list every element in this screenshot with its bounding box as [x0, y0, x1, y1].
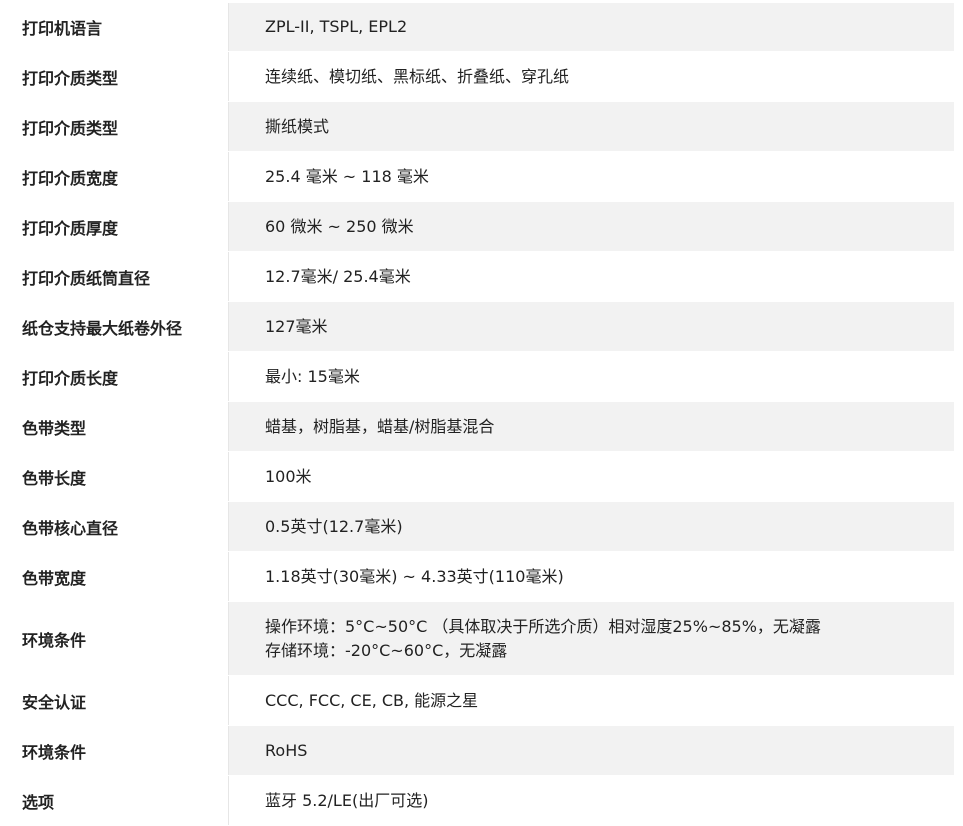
spec-label: 环境条件 [20, 726, 228, 775]
spec-label: 纸仓支持最大纸卷外径 [20, 302, 228, 351]
spec-label: 色带核心直径 [20, 502, 228, 551]
spec-value: 连续纸、模切纸、黑标纸、折叠纸、穿孔纸 [228, 52, 954, 101]
spec-value-line: 操作环境：5°C~50°C （具体取决于所选介质）相对湿度25%~85%，无凝露 [265, 616, 821, 636]
spec-value: 12.7毫米/ 25.4毫米 [228, 252, 954, 301]
spec-value-line: 60 微米 ~ 250 微米 [265, 216, 414, 236]
spec-value: RoHS [228, 726, 954, 775]
spec-value: 60 微米 ~ 250 微米 [228, 202, 954, 251]
spec-row: 纸仓支持最大纸卷外径 127毫米 [20, 302, 954, 352]
spec-value-line: 最小: 15毫米 [265, 366, 360, 386]
spec-label: 打印介质纸筒直径 [20, 252, 228, 301]
spec-value: 蜡基，树脂基，蜡基/树脂基混合 [228, 402, 954, 451]
spec-value-line: 100米 [265, 466, 312, 486]
spec-value-line: 12.7毫米/ 25.4毫米 [265, 266, 411, 286]
spec-label: 色带长度 [20, 452, 228, 501]
spec-value-line: 127毫米 [265, 316, 328, 336]
spec-row: 色带核心直径 0.5英寸(12.7毫米) [20, 502, 954, 552]
spec-value-line: RoHS [265, 740, 308, 760]
spec-label: 打印介质厚度 [20, 202, 228, 251]
spec-value: 1.18英寸(30毫米) ~ 4.33英寸(110毫米) [228, 552, 954, 601]
spec-value-line: 0.5英寸(12.7毫米) [265, 516, 403, 536]
spec-value-line: CCC, FCC, CE, CB, 能源之星 [265, 690, 479, 710]
spec-row: 安全认证 CCC, FCC, CE, CB, 能源之星 [20, 676, 954, 726]
spec-label: 打印介质类型 [20, 102, 228, 151]
spec-label: 色带类型 [20, 402, 228, 451]
spec-row: 打印介质厚度 60 微米 ~ 250 微米 [20, 202, 954, 252]
spec-value: 撕纸模式 [228, 102, 954, 151]
spec-label: 环境条件 [20, 602, 228, 675]
spec-value-line: 撕纸模式 [265, 116, 330, 136]
spec-row: 打印介质类型 撕纸模式 [20, 102, 954, 152]
spec-value-line: 存储环境：-20°C~60°C，无凝露 [265, 640, 508, 660]
spec-row: 打印介质宽度 25.4 毫米 ~ 118 毫米 [20, 152, 954, 202]
spec-value: 操作环境：5°C~50°C （具体取决于所选介质）相对湿度25%~85%，无凝露… [228, 602, 954, 675]
spec-table: 打印机语言 ZPL-II, TSPL, EPL2 打印介质类型 连续纸、模切纸、黑标纸… [20, 3, 954, 826]
spec-value: 0.5英寸(12.7毫米) [228, 502, 954, 551]
spec-value: 最小: 15毫米 [228, 352, 954, 401]
spec-label: 打印机语言 [20, 3, 228, 51]
spec-row: 打印介质长度 最小: 15毫米 [20, 352, 954, 402]
spec-row: 色带长度 100米 [20, 452, 954, 502]
spec-value: 127毫米 [228, 302, 954, 351]
spec-value-line: 蜡基，树脂基，蜡基/树脂基混合 [265, 416, 495, 436]
spec-label: 打印介质类型 [20, 52, 228, 101]
spec-value: 25.4 毫米 ~ 118 毫米 [228, 152, 954, 201]
spec-row: 环境条件 操作环境：5°C~50°C （具体取决于所选介质）相对湿度25%~85%… [20, 602, 954, 676]
spec-value: CCC, FCC, CE, CB, 能源之星 [228, 676, 954, 725]
spec-row: 色带类型 蜡基，树脂基，蜡基/树脂基混合 [20, 402, 954, 452]
spec-row: 选项 蓝牙 5.2/LE(出厂可选) [20, 776, 954, 826]
spec-label: 色带宽度 [20, 552, 228, 601]
spec-value-line: 1.18英寸(30毫米) ~ 4.33英寸(110毫米) [265, 566, 564, 586]
spec-label: 安全认证 [20, 676, 228, 725]
spec-value-line: ZPL-II, TSPL, EPL2 [265, 17, 408, 36]
spec-label: 打印介质长度 [20, 352, 228, 401]
spec-row: 打印机语言 ZPL-II, TSPL, EPL2 [20, 3, 954, 52]
spec-value-line: 蓝牙 5.2/LE(出厂可选) [265, 790, 429, 810]
spec-value: ZPL-II, TSPL, EPL2 [228, 3, 954, 51]
spec-label: 打印介质宽度 [20, 152, 228, 201]
spec-row: 色带宽度 1.18英寸(30毫米) ~ 4.33英寸(110毫米) [20, 552, 954, 602]
spec-label: 选项 [20, 776, 228, 825]
spec-row: 环境条件 RoHS [20, 726, 954, 776]
spec-value: 100米 [228, 452, 954, 501]
spec-row: 打印介质纸筒直径 12.7毫米/ 25.4毫米 [20, 252, 954, 302]
spec-value-line: 25.4 毫米 ~ 118 毫米 [265, 166, 429, 186]
spec-value: 蓝牙 5.2/LE(出厂可选) [228, 776, 954, 825]
spec-value-line: 连续纸、模切纸、黑标纸、折叠纸、穿孔纸 [265, 66, 570, 86]
spec-row: 打印介质类型 连续纸、模切纸、黑标纸、折叠纸、穿孔纸 [20, 52, 954, 102]
